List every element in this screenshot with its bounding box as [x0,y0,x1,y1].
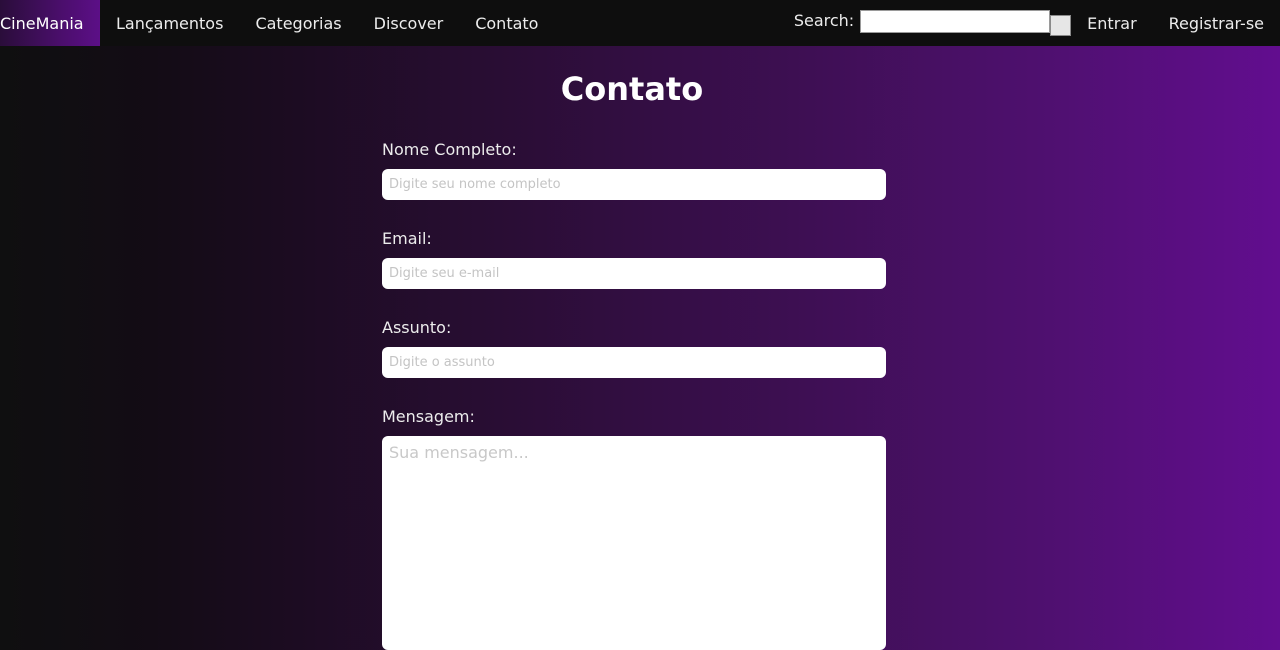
page-title: Contato [560,70,704,108]
nav-link-discover[interactable]: Discover [358,0,460,46]
subject-field-label: Assunto: [382,318,452,337]
name-field-label: Nome Completo: [382,140,517,159]
brand-logo-link[interactable]: CineMania [0,0,100,46]
search-label: Search: [793,10,855,30]
message-field[interactable] [382,436,886,650]
subject-field[interactable] [382,347,886,378]
email-field[interactable] [382,258,886,289]
name-field[interactable] [382,169,886,200]
message-field-label: Mensagem: [382,407,475,426]
register-link[interactable]: Registrar-se [1153,0,1280,46]
top-navbar: CineMania Lançamentos Categorias Discove… [0,0,1280,46]
search-input[interactable] [860,9,1051,33]
email-field-label: Email: [382,229,432,248]
nav-link-lancamentos[interactable]: Lançamentos [100,0,239,46]
nav-right-group: Search: Entrar Registrar-se [794,0,1280,46]
login-link[interactable]: Entrar [1071,0,1152,46]
contact-form: Nome Completo: Email: Assunto: Mensagem: [382,140,886,650]
search-button[interactable] [1050,14,1072,36]
nav-link-categorias[interactable]: Categorias [239,0,357,46]
nav-link-contato[interactable]: Contato [459,0,554,46]
